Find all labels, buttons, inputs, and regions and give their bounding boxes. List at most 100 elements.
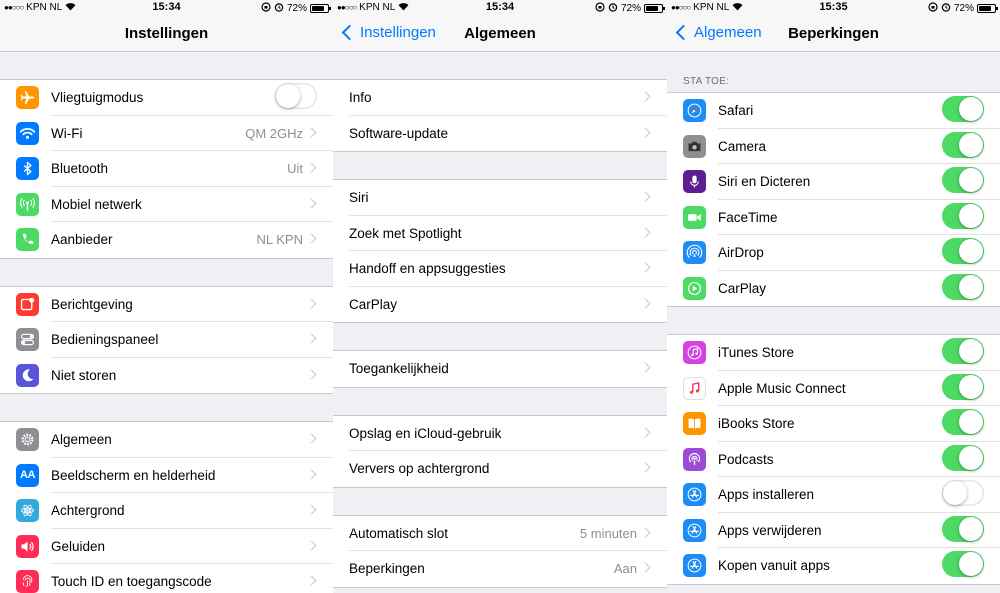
- row-label: Algemeen: [51, 432, 112, 447]
- toggle-knob: [959, 339, 983, 363]
- toggle-switch[interactable]: [942, 131, 984, 158]
- toggle-switch[interactable]: [942, 238, 984, 264]
- row-label: FaceTime: [718, 209, 778, 225]
- settings-row-vliegtuigmodus[interactable]: Vliegtuigmodus: [0, 80, 333, 116]
- settings-row-berichtgeving[interactable]: Berichtgeving: [0, 286, 333, 322]
- toggle-switch[interactable]: [942, 373, 984, 400]
- group-border-bottom: [333, 386, 667, 388]
- settings-row-beeldscherm-en-helderheid[interactable]: AA Beeldscherm en helderheid: [0, 457, 333, 493]
- settings-row-opslag-en-icloud-gebruik[interactable]: Opslag en iCloud-gebruik: [333, 415, 667, 451]
- settings-row-podcasts[interactable]: Podcasts: [667, 441, 1000, 477]
- settings-row-airdrop[interactable]: AirDrop: [667, 235, 1000, 271]
- group-border-bottom: [0, 257, 333, 259]
- section-header: STA TOE:: [683, 76, 730, 87]
- chevron-right-icon: [640, 91, 651, 102]
- settings-row-bluetooth[interactable]: Bluetooth Uit: [0, 151, 333, 187]
- row-label: CarPlay: [349, 296, 398, 312]
- settings-row-ververs-op-achtergrond[interactable]: Ververs op achtergrond: [333, 451, 667, 487]
- settings-row-camera[interactable]: Camera: [667, 128, 1000, 164]
- settings-row-ibooks-store[interactable]: iBooks Store: [667, 406, 1000, 442]
- toggle-switch[interactable]: [942, 444, 984, 471]
- settings-row-handoff-en-appsuggesties[interactable]: Handoff en appsuggesties: [333, 251, 667, 287]
- toggle-switch[interactable]: [942, 96, 984, 122]
- row-label: iTunes Store: [718, 345, 795, 360]
- toggle-knob: [959, 374, 983, 399]
- row-label: Beeldscherm en helderheid: [51, 467, 216, 483]
- row-label: Bluetooth: [51, 161, 109, 176]
- toggle-knob: [276, 84, 300, 108]
- settings-row-safari[interactable]: Safari: [667, 93, 1000, 129]
- music-connect-icon: [683, 376, 706, 400]
- settings-row-achtergrond[interactable]: Achtergrond: [0, 493, 333, 529]
- settings-row-carplay[interactable]: CarPlay: [667, 270, 1000, 306]
- notifications-icon: [16, 292, 39, 316]
- status-right: 72%: [928, 2, 998, 15]
- settings-row-beperkingen[interactable]: Beperkingen Aan: [333, 551, 667, 587]
- chevron-right-icon: [306, 333, 317, 344]
- wallpaper-icon: [16, 499, 39, 522]
- status-right: 72%: [595, 2, 665, 15]
- toggle-knob: [959, 552, 983, 576]
- chevron-right-icon: [640, 127, 651, 137]
- toggle-knob: [959, 168, 983, 192]
- chevron-right-icon: [306, 233, 317, 244]
- video-camera-icon: [683, 205, 706, 229]
- fingerprint-icon: [16, 570, 39, 593]
- settings-row-software-update[interactable]: Software-update: [333, 115, 667, 151]
- app-store-icon: [683, 483, 706, 506]
- settings-row-wi-fi[interactable]: Wi-Fi QM 2GHz: [0, 115, 333, 151]
- settings-row-itunes-store[interactable]: iTunes Store: [667, 335, 1000, 371]
- toggle-switch[interactable]: [275, 83, 317, 109]
- battery-icon: [310, 4, 331, 13]
- settings-row-kopen-vanuit-apps[interactable]: Kopen vanuit apps: [667, 548, 1000, 584]
- settings-row-siri[interactable]: Siri: [333, 180, 667, 216]
- row-label: Mobiel netwerk: [51, 196, 142, 212]
- row-label: Siri en Dicteren: [718, 174, 811, 189]
- antenna-icon: [16, 192, 39, 216]
- settings-row-mobiel-netwerk[interactable]: Mobiel netwerk: [0, 186, 333, 222]
- settings-row-toegankelijkheid[interactable]: Toegankelijkheid: [333, 351, 667, 387]
- toggle-switch[interactable]: [942, 167, 984, 193]
- toggle-switch[interactable]: [942, 338, 984, 364]
- settings-row-algemeen[interactable]: Algemeen: [0, 422, 333, 458]
- group-border-bottom: [667, 583, 1000, 585]
- airdrop-icon: [683, 241, 706, 264]
- settings-row-siri-en-dicteren[interactable]: Siri en Dicteren: [667, 164, 1000, 200]
- settings-row-niet-storen[interactable]: Niet storen: [0, 357, 333, 393]
- group-border-bottom: [333, 151, 667, 152]
- settings-row-info[interactable]: Info: [333, 80, 667, 116]
- toggle-switch[interactable]: [942, 515, 984, 542]
- row-label: CarPlay: [718, 280, 767, 296]
- settings-row-touch-id-en-toegangscode[interactable]: Touch ID en toegangscode: [0, 564, 333, 593]
- toggle-switch[interactable]: [942, 273, 984, 300]
- toggle-switch[interactable]: [942, 409, 984, 435]
- settings-row-facetime[interactable]: FaceTime: [667, 199, 1000, 235]
- settings-row-aanbieder[interactable]: Aanbieder NL KPN: [0, 222, 333, 258]
- settings-screen: ●●○○○ KPN NL 15:34 72% Instellingen Vliegtu…: [0, 0, 333, 593]
- app-store-icon: [683, 518, 706, 542]
- compass-icon: [683, 99, 706, 122]
- nav-bar: Instellingen: [0, 16, 333, 52]
- settings-row-zoek-met-spotlight[interactable]: Zoek met Spotlight: [333, 215, 667, 251]
- settings-row-automatisch-slot[interactable]: Automatisch slot 5 minuten: [333, 515, 667, 551]
- chevron-right-icon: [306, 504, 317, 515]
- settings-row-apps-installeren[interactable]: Apps installeren: [667, 477, 1000, 513]
- settings-row-carplay[interactable]: CarPlay: [333, 286, 667, 322]
- settings-row-bedieningspaneel[interactable]: Bedieningspaneel: [0, 322, 333, 358]
- settings-row-geluiden[interactable]: Geluiden: [0, 528, 333, 564]
- group-border-bottom: [667, 306, 1000, 307]
- toggle-knob: [959, 445, 983, 470]
- toggle-switch[interactable]: [942, 480, 984, 506]
- row-label: Podcasts: [718, 451, 774, 467]
- toggle-knob: [959, 516, 983, 541]
- row-label: Bedieningspaneel: [51, 332, 159, 347]
- toggle-knob: [959, 239, 983, 263]
- settings-row-apple-music-connect[interactable]: Apple Music Connect: [667, 370, 1000, 406]
- row-label: Info: [349, 90, 372, 105]
- row-label: Touch ID en toegangscode: [51, 574, 212, 589]
- chevron-right-icon: [640, 227, 651, 237]
- group-border-bottom: [0, 393, 333, 394]
- toggle-switch[interactable]: [942, 202, 984, 229]
- settings-row-apps-verwijderen[interactable]: Apps verwijderen: [667, 512, 1000, 548]
- toggle-switch[interactable]: [942, 551, 984, 577]
